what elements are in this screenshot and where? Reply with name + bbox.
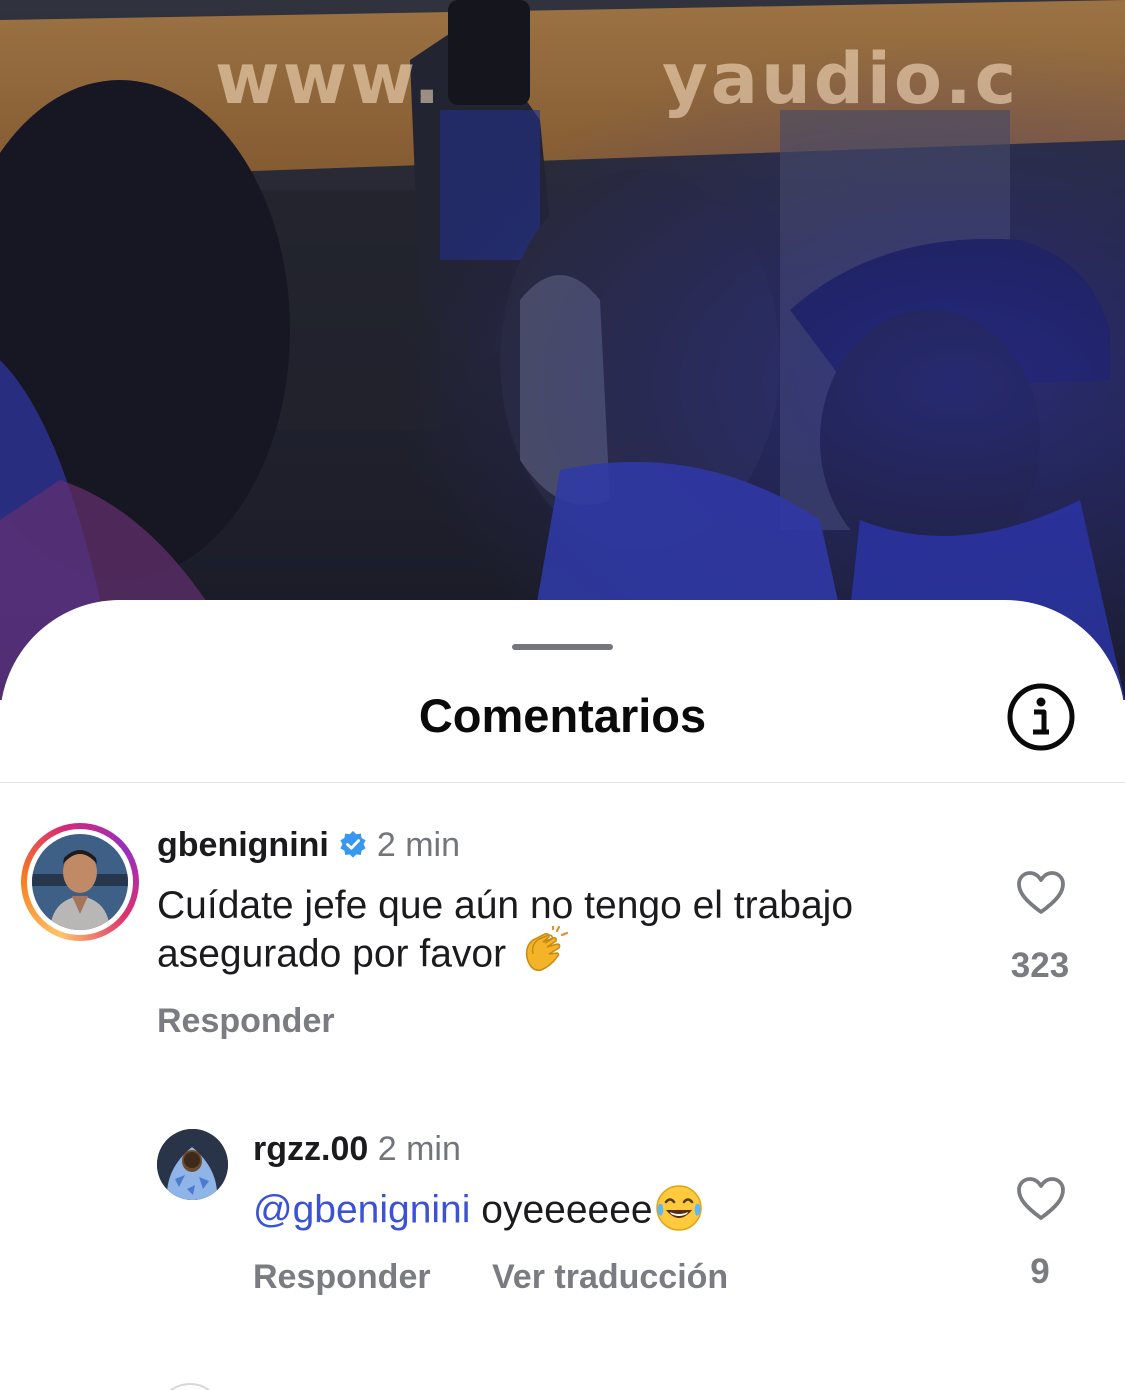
video-banner-text: www. yaudio.c: [215, 38, 1020, 120]
reply-button[interactable]: Responder: [157, 1002, 335, 1041]
info-button[interactable]: [1006, 682, 1076, 752]
heart-icon[interactable]: [1016, 1176, 1066, 1222]
clapping-hands-emoji-icon: [525, 926, 569, 971]
see-translation-button[interactable]: Ver traducción: [492, 1258, 728, 1297]
like-count: 323: [1010, 946, 1070, 985]
like-count: 9: [1030, 1252, 1050, 1291]
sheet-grabber-handle[interactable]: [512, 644, 613, 650]
sheet-title: Comentarios: [418, 689, 707, 742]
comment-time: 2 min: [376, 826, 460, 864]
comment-username[interactable]: rgzz.00: [253, 1130, 368, 1168]
reel-video-background[interactable]: www. yaudio.c: [0, 0, 1125, 700]
comment-time: 2 min: [377, 1130, 461, 1168]
verified-badge-icon: [340, 831, 366, 858]
comment-text: Cuídate jefe que aún no tengo el trabajo…: [157, 884, 854, 976]
tears-of-joy-emoji-icon: [655, 1185, 702, 1231]
avatar-image: [157, 1129, 228, 1200]
comment-meta: rgzz.00 2 min: [253, 1130, 461, 1169]
avatar: [32, 834, 128, 930]
avatar-image: [32, 834, 128, 930]
heart-icon[interactable]: [1016, 870, 1066, 916]
info-icon: [1007, 683, 1075, 751]
reply-button[interactable]: Responder: [253, 1258, 431, 1297]
story-ring[interactable]: [21, 823, 139, 941]
comment-meta: gbenignini 2 min: [157, 826, 460, 865]
comment-body: Cuídate jefe que aún no tengo el trabajo…: [157, 882, 957, 982]
header-divider: [0, 782, 1125, 783]
comment-username[interactable]: gbenignini: [157, 826, 329, 864]
comment-body: @gbenignini oyeeeeee: [253, 1185, 973, 1238]
reel-comments-screen: www. yaudio.c Comentarios gbenignini 2 m…: [0, 0, 1125, 1390]
avatar[interactable]: [157, 1129, 228, 1200]
mention-link[interactable]: @gbenignini: [253, 1188, 470, 1231]
comment-text: oyeeeeee: [481, 1188, 653, 1232]
story-ring-gap: [27, 829, 133, 935]
